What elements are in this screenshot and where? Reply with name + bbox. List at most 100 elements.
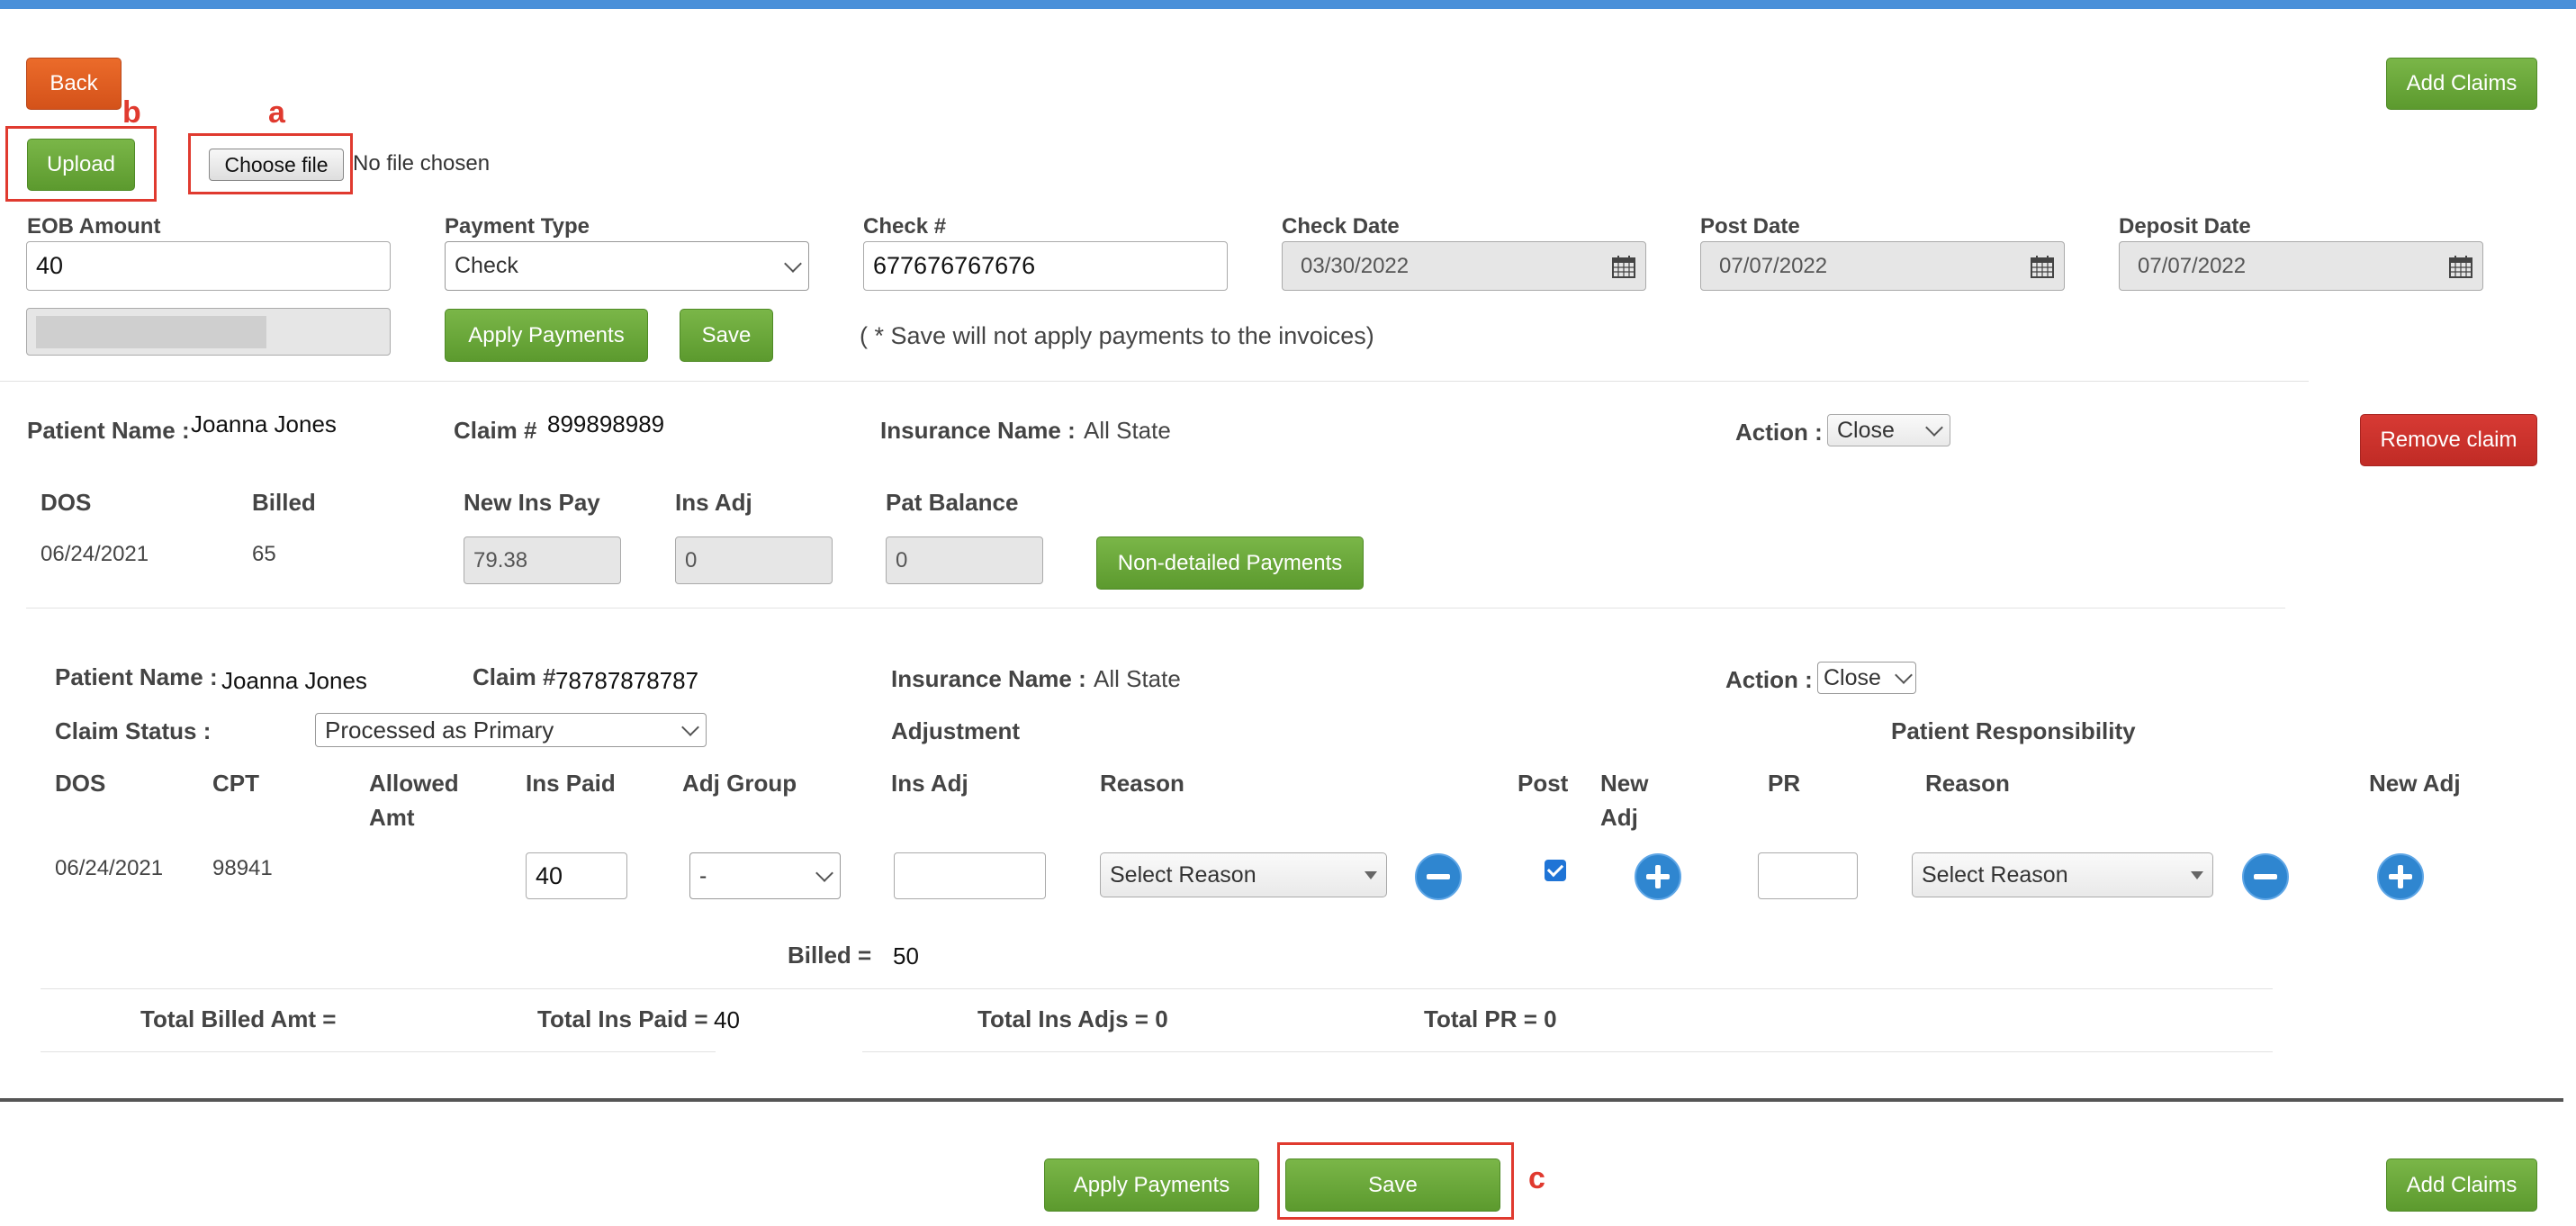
progress-fill bbox=[36, 315, 266, 348]
ins-adj-input[interactable] bbox=[894, 852, 1046, 899]
row-dos: 06/24/2021 bbox=[55, 856, 164, 880]
claim-number-value: 78787878787 bbox=[555, 667, 699, 694]
calendar-icon[interactable] bbox=[2030, 254, 2055, 279]
row-dos: 06/24/2021 bbox=[41, 542, 149, 566]
reason-select-value: Select Reason bbox=[1110, 861, 1256, 888]
payment-type-value: Check bbox=[455, 253, 518, 278]
remove-adjustment-icon[interactable] bbox=[1415, 853, 1462, 900]
save-note-text: ( * Save will not apply payments to the … bbox=[860, 322, 1374, 349]
column-header-new-ins-pay: New Ins Pay bbox=[464, 489, 600, 516]
divider bbox=[41, 988, 2273, 989]
claim-status-value: Processed as Primary bbox=[325, 716, 554, 744]
save-button[interactable]: Save bbox=[680, 309, 773, 362]
total-ins-adjs: Total Ins Adjs = 0 bbox=[977, 1005, 1168, 1032]
chevron-down-icon bbox=[1925, 419, 1943, 437]
row-billed: 65 bbox=[252, 542, 276, 566]
claim-number-label: Claim # bbox=[473, 663, 556, 690]
eob-amount-input[interactable]: 40 bbox=[26, 241, 391, 291]
adj-group-value: - bbox=[699, 862, 707, 888]
post-checkbox[interactable] bbox=[1545, 860, 1566, 881]
column-header-allowed-amt: Amt bbox=[369, 804, 415, 831]
reason-select[interactable]: Select Reason bbox=[1100, 852, 1387, 897]
remove-pr-icon[interactable] bbox=[2242, 853, 2289, 900]
progress-bar bbox=[26, 308, 391, 356]
column-header-reason-pr: Reason bbox=[1925, 770, 2010, 797]
action-select[interactable]: Close bbox=[1827, 414, 1950, 446]
ins-adj-input[interactable]: 0 bbox=[675, 536, 833, 584]
chevron-down-icon bbox=[784, 254, 802, 273]
calendar-icon[interactable] bbox=[2448, 254, 2473, 279]
non-detailed-payments-button[interactable]: Non-detailed Payments bbox=[1096, 536, 1364, 590]
insurance-name-value: All State bbox=[1094, 665, 1181, 692]
post-date-input[interactable]: 07/07/2022 bbox=[1700, 241, 2065, 291]
eob-amount-label: EOB Amount bbox=[27, 214, 161, 239]
check-number-label: Check # bbox=[863, 214, 947, 239]
payment-type-label: Payment Type bbox=[445, 214, 590, 239]
column-header-allowed: Allowed bbox=[369, 770, 459, 797]
pr-input[interactable] bbox=[1758, 852, 1858, 899]
post-date-value: 07/07/2022 bbox=[1719, 253, 1828, 278]
row-cpt: 98941 bbox=[212, 856, 273, 880]
action-select[interactable]: Close bbox=[1817, 662, 1916, 694]
column-header-post: Post bbox=[1518, 770, 1569, 797]
patient-name-value: Joanna Jones bbox=[221, 667, 367, 694]
pat-balance-input[interactable]: 0 bbox=[886, 536, 1043, 584]
annotation-label-c: c bbox=[1528, 1161, 1545, 1195]
dropdown-arrow-icon bbox=[1365, 870, 1377, 879]
check-date-label: Check Date bbox=[1282, 214, 1400, 239]
column-header-new-adj: New bbox=[1600, 770, 1649, 797]
billed-label: Billed = bbox=[788, 942, 872, 969]
apply-payments-button[interactable]: Apply Payments bbox=[445, 309, 648, 362]
patient-name-label: Patient Name : bbox=[27, 417, 190, 444]
add-pr-adjustment-icon[interactable] bbox=[2377, 853, 2424, 900]
total-ins-paid-value: 40 bbox=[714, 1006, 740, 1033]
action-select-value: Close bbox=[1837, 417, 1895, 443]
patient-responsibility-heading: Patient Responsibility bbox=[1891, 717, 2136, 744]
back-button[interactable]: Back bbox=[26, 58, 122, 110]
column-header-reason: Reason bbox=[1100, 770, 1184, 797]
total-pr: Total PR = 0 bbox=[1424, 1005, 1557, 1032]
new-ins-pay-input[interactable]: 79.38 bbox=[464, 536, 621, 584]
column-header-pat-balance: Pat Balance bbox=[886, 489, 1019, 516]
pr-reason-select[interactable]: Select Reason bbox=[1912, 852, 2213, 897]
footer-apply-payments-button[interactable]: Apply Payments bbox=[1044, 1158, 1259, 1212]
column-header-cpt: CPT bbox=[212, 770, 259, 797]
patient-name-label: Patient Name : bbox=[55, 663, 218, 690]
chevron-down-icon bbox=[815, 864, 833, 882]
check-number-input[interactable]: 677676767676 bbox=[863, 241, 1228, 291]
annotation-box-c bbox=[1277, 1142, 1514, 1220]
insurance-name-value: All State bbox=[1084, 417, 1171, 444]
add-adjustment-icon[interactable] bbox=[1635, 853, 1681, 900]
column-header-dos: DOS bbox=[55, 770, 106, 797]
action-label: Action : bbox=[1735, 419, 1823, 446]
check-date-input[interactable]: 03/30/2022 bbox=[1282, 241, 1646, 291]
deposit-date-input[interactable]: 07/07/2022 bbox=[2119, 241, 2483, 291]
action-label: Action : bbox=[1725, 666, 1813, 693]
claim-status-label: Claim Status : bbox=[55, 717, 212, 744]
annotation-label-b: b bbox=[122, 95, 141, 130]
deposit-date-value: 07/07/2022 bbox=[2138, 253, 2247, 278]
remove-claim-button[interactable]: Remove claim bbox=[2360, 414, 2537, 466]
billed-value: 50 bbox=[893, 942, 919, 969]
claim-status-select[interactable]: Processed as Primary bbox=[315, 713, 707, 747]
insurance-name-label: Insurance Name : bbox=[891, 665, 1086, 692]
annotation-box-b bbox=[5, 126, 157, 202]
divider bbox=[0, 381, 2309, 382]
divider bbox=[862, 1051, 2273, 1052]
payment-type-select[interactable]: Check bbox=[445, 241, 809, 291]
total-ins-paid-label: Total Ins Paid = bbox=[537, 1005, 708, 1032]
chevron-down-icon bbox=[681, 718, 699, 736]
column-header-dos: DOS bbox=[41, 489, 92, 516]
add-claims-button[interactable]: Add Claims bbox=[2386, 58, 2537, 110]
chevron-down-icon bbox=[1895, 666, 1913, 684]
insurance-name-label: Insurance Name : bbox=[880, 417, 1076, 444]
footer-add-claims-button[interactable]: Add Claims bbox=[2386, 1158, 2537, 1212]
post-date-label: Post Date bbox=[1700, 214, 1800, 239]
claim-number-label: Claim # bbox=[454, 417, 537, 444]
column-header-ins-adj: Ins Adj bbox=[891, 770, 968, 797]
calendar-icon[interactable] bbox=[1611, 254, 1636, 279]
ins-paid-input[interactable]: 40 bbox=[526, 852, 627, 899]
column-header-pr: PR bbox=[1768, 770, 1801, 797]
adjustment-heading: Adjustment bbox=[891, 717, 1020, 744]
adj-group-select[interactable]: - bbox=[689, 852, 841, 899]
